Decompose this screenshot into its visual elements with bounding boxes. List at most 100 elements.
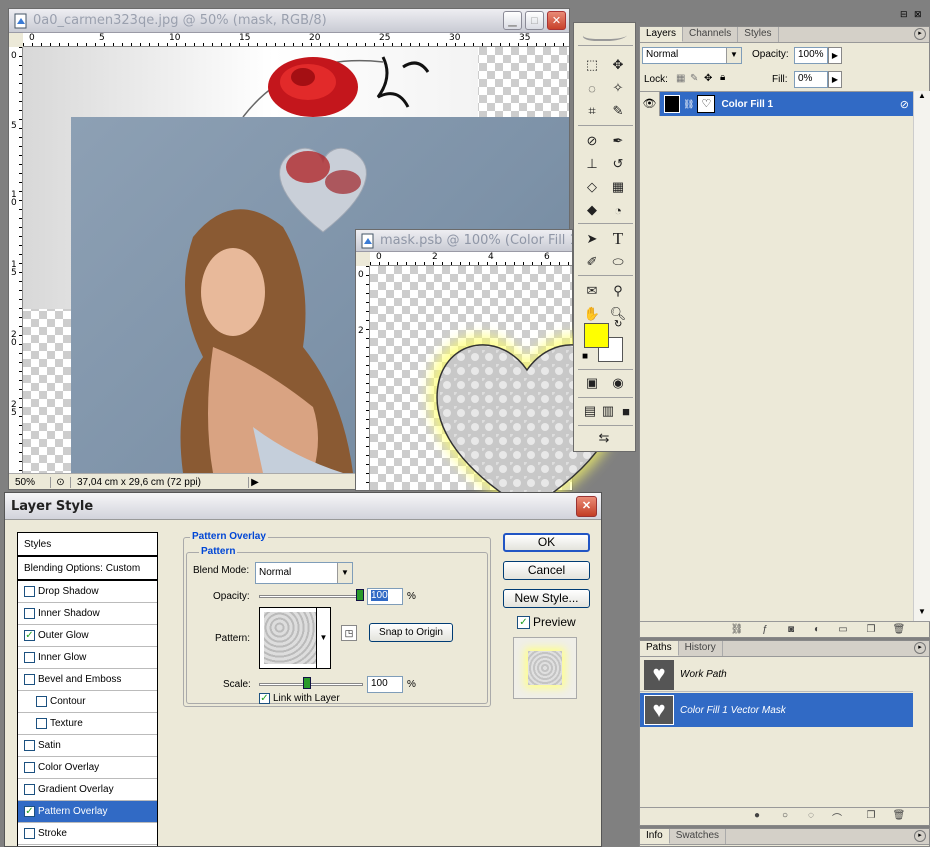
checkbox[interactable] — [24, 784, 35, 795]
marquee-tool-icon[interactable]: ⬚ — [582, 55, 602, 75]
new-path-icon[interactable]: ❐ — [864, 810, 878, 822]
screen-mode-full-menu-icon[interactable]: ▥ — [598, 401, 618, 421]
style-item-satin[interactable]: Satin — [18, 735, 157, 757]
checkbox[interactable] — [24, 762, 35, 773]
checkbox[interactable] — [24, 586, 35, 597]
pattern-scale-input[interactable]: 100 — [367, 676, 403, 693]
path-row-vector-mask[interactable]: ♥ Color Fill 1 Vector Mask — [640, 693, 913, 727]
adjustment-layer-icon[interactable]: ◐ — [810, 624, 824, 636]
pen-tool-icon[interactable]: ✐ — [582, 252, 602, 272]
style-item-inner-glow[interactable]: Inner Glow — [18, 647, 157, 669]
checkbox[interactable] — [24, 652, 35, 663]
status-info-icon[interactable]: ⊙ — [51, 477, 71, 488]
scale-slider-thumb[interactable] — [303, 677, 311, 689]
screen-mode-standard-icon[interactable]: ▤ — [580, 401, 600, 421]
default-colors-icon[interactable]: ■ — [582, 351, 588, 362]
style-item-contour[interactable]: Contour — [18, 691, 157, 713]
style-item-pattern-overlay[interactable]: ✓ Pattern Overlay — [18, 801, 157, 823]
path-as-selection-icon[interactable]: ◌ — [804, 810, 818, 822]
style-item-outer-glow[interactable]: ✓ Outer Glow — [18, 625, 157, 647]
preview-checkbox[interactable]: ✓ Preview — [517, 615, 576, 629]
minimize-button[interactable]: ▁ — [503, 11, 522, 30]
tab-info[interactable]: Info — [640, 829, 670, 844]
pattern-swatch[interactable]: ▼ — [259, 607, 331, 669]
style-item-inner-shadow[interactable]: Inner Shadow — [18, 603, 157, 625]
cancel-button[interactable]: Cancel — [503, 561, 590, 580]
dialog-close-button[interactable]: ✕ — [576, 495, 597, 517]
notes-tool-icon[interactable]: ✉ — [582, 281, 602, 301]
tab-layers[interactable]: Layers — [640, 27, 684, 42]
checkbox[interactable] — [24, 828, 35, 839]
tab-swatches[interactable]: Swatches — [670, 829, 727, 844]
close-icon[interactable]: ⊠ — [914, 9, 922, 20]
layer-name[interactable]: Color Fill 1 — [721, 99, 773, 110]
pattern-opacity-input[interactable]: 100 — [367, 588, 403, 605]
eye-visibility-icon[interactable]: 👁︎ — [640, 92, 660, 116]
eyedropper-tool-icon[interactable]: ⚲ — [608, 281, 628, 301]
style-item-texture[interactable]: Texture — [18, 713, 157, 735]
maximize-button[interactable]: □ — [525, 11, 544, 30]
checkbox[interactable] — [36, 696, 47, 707]
crop-tool-icon[interactable]: ⌗ — [582, 101, 602, 121]
opacity-slider-track[interactable] — [259, 595, 363, 598]
scale-slider-track[interactable] — [259, 683, 363, 686]
style-item-gradient-overlay[interactable]: Gradient Overlay — [18, 779, 157, 801]
checkbox[interactable] — [36, 718, 47, 729]
layers-panel[interactable]: Layers Channels Styles ▸ Normal ▼ Opacit… — [639, 26, 930, 638]
stroke-path-icon[interactable]: ○ — [778, 810, 792, 822]
ellipse-tool-icon[interactable]: ⬭ — [608, 252, 628, 272]
create-preset-icon[interactable]: ◳ — [341, 625, 357, 641]
scroll-up-icon[interactable]: ▲ — [914, 91, 930, 105]
selection-as-path-icon[interactable]: ⌒ — [830, 810, 844, 825]
lock-all-icon[interactable]: 🔒︎ — [720, 72, 725, 83]
link-with-layer-checkbox[interactable]: ✓ Link with Layer — [259, 693, 340, 704]
checkbox[interactable] — [24, 608, 35, 619]
layer-style-dialog[interactable]: Layer Style ✕ Styles Blending Options: C… — [4, 492, 602, 847]
new-style-button[interactable]: New Style... — [503, 589, 590, 608]
checkbox[interactable]: ✓ — [24, 630, 35, 641]
new-layer-icon[interactable]: ❐ — [864, 624, 878, 636]
layers-scrollbar[interactable]: ▲ ▼ — [913, 91, 930, 621]
document-titlebar[interactable]: mask.psb @ 100% (Color Fill 1 ... — [356, 230, 572, 252]
slice-tool-icon[interactable]: ✎ — [608, 101, 628, 121]
style-item-color-overlay[interactable]: Color Overlay — [18, 757, 157, 779]
layer-opacity-input[interactable]: 100% — [794, 47, 828, 64]
panel-menu-icon[interactable]: ▸ — [914, 830, 926, 842]
healing-brush-tool-icon[interactable]: ⊘ — [582, 131, 602, 151]
quick-mask-mode-icon[interactable]: ◉ — [608, 373, 628, 393]
move-tool-icon[interactable]: ✥ — [608, 55, 628, 75]
panel-menu-icon[interactable]: ▸ — [914, 28, 926, 40]
tab-paths[interactable]: Paths — [640, 641, 679, 656]
styles-header[interactable]: Styles — [18, 533, 157, 557]
style-item-stroke[interactable]: Stroke — [18, 823, 157, 845]
screen-mode-full-icon[interactable]: ■ — [616, 401, 635, 421]
add-layer-style-icon[interactable]: ƒ — [758, 624, 772, 636]
history-brush-tool-icon[interactable]: ↺ — [608, 154, 628, 174]
fill-path-icon[interactable]: ● — [750, 810, 764, 822]
panel-menu-icon[interactable]: ▸ — [914, 642, 926, 654]
tab-styles[interactable]: Styles — [738, 27, 779, 42]
vertical-ruler[interactable]: 0 2 — [356, 266, 370, 490]
hand-tool-icon[interactable]: ✋ — [582, 304, 602, 324]
vertical-ruler[interactable]: 0 5 1 0 1 5 2 0 2 5 — [9, 47, 23, 473]
tab-history[interactable]: History — [679, 641, 723, 656]
scroll-down-icon[interactable]: ▼ — [914, 607, 930, 621]
tab-channels[interactable]: Channels — [683, 27, 739, 42]
lock-transparency-icon[interactable]: ▦ — [676, 73, 685, 84]
type-tool-icon[interactable]: T — [608, 229, 628, 249]
jump-to-imageready-icon[interactable]: ⇆ — [594, 428, 614, 448]
foreground-color-swatch[interactable] — [584, 323, 609, 348]
checkbox[interactable]: ✓ — [24, 806, 35, 817]
close-button[interactable]: ✕ — [547, 11, 566, 30]
swap-colors-icon[interactable]: ↻ — [614, 319, 622, 330]
fill-slider-arrow-icon[interactable]: ▶ — [828, 71, 842, 88]
dialog-titlebar[interactable]: Layer Style ✕ — [5, 493, 601, 520]
magic-wand-tool-icon[interactable]: ✧ — [608, 78, 628, 98]
style-item-drop-shadow[interactable]: Drop Shadow — [18, 581, 157, 603]
checkbox[interactable] — [24, 674, 35, 685]
path-row-work-path[interactable]: ♥ Work Path — [640, 658, 913, 692]
layer-list[interactable]: 👁︎ ⛓︎ ♡ Color Fill 1 ⊘ — [640, 91, 913, 621]
pattern-picker-arrow-icon[interactable]: ▼ — [316, 608, 330, 668]
info-panel[interactable]: Info Swatches ▸ — [639, 828, 930, 847]
checkbox-checked-icon[interactable]: ✓ — [517, 615, 530, 629]
